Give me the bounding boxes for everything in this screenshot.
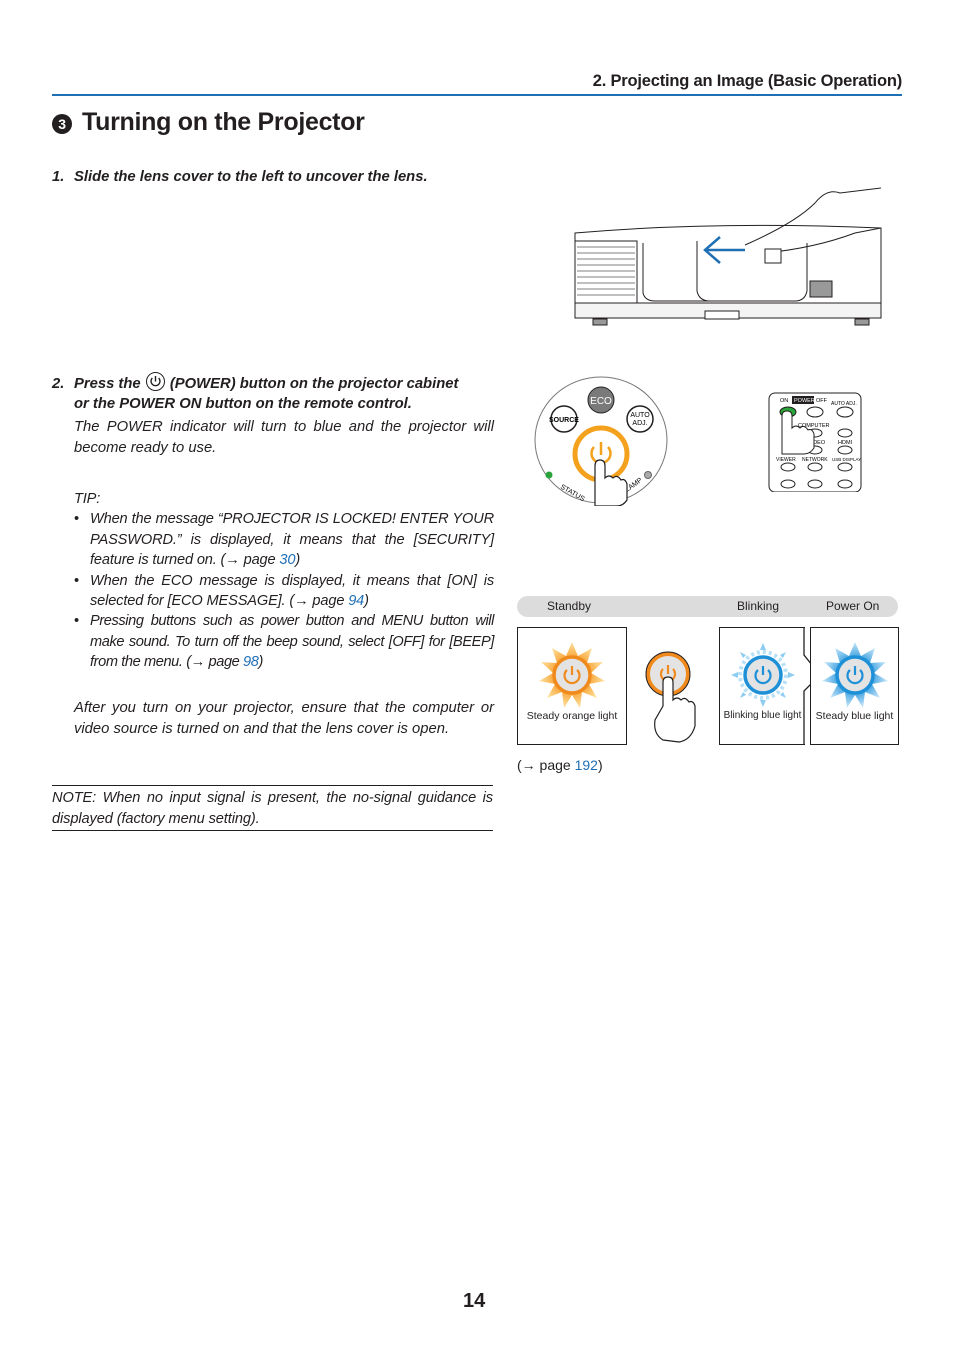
tip-item: Pressing buttons such as power button an… bbox=[74, 611, 494, 672]
step-2-text-b: (POWER) button on the projector cabinet bbox=[169, 376, 459, 392]
remote-control-illustration: ON POWER OFF AUTO ADJ. COMPUTER VIDEO HD… bbox=[768, 392, 862, 492]
standby-caption: Steady orange light bbox=[526, 710, 618, 722]
indicator-standby-box: Steady orange light bbox=[517, 627, 627, 745]
svg-text:NETWORK: NETWORK bbox=[802, 457, 828, 463]
indicator-status-bar: Standby Blinking Power On bbox=[517, 596, 898, 617]
page-link[interactable]: 94 bbox=[348, 593, 364, 609]
step-1-number: 1. bbox=[52, 169, 65, 185]
state-blinking: Blinking bbox=[737, 599, 780, 613]
tip-section: TIP: When the message “PROJECTOR IS LOCK… bbox=[74, 489, 494, 673]
cabinet-control-panel-illustration: ECO SOURCE AUTO ADJ. STATUS LAMP bbox=[534, 376, 668, 506]
svg-text:POWER: POWER bbox=[794, 398, 815, 404]
svg-text:ON: ON bbox=[780, 398, 788, 404]
power-on-caption: Steady blue light bbox=[815, 710, 894, 722]
note-box: NOTE: When no input signal is present, t… bbox=[52, 785, 493, 831]
svg-text:VIEWER: VIEWER bbox=[776, 457, 796, 463]
step-number-badge: 3 bbox=[52, 114, 72, 134]
tip-label: TIP: bbox=[74, 491, 101, 507]
indicator-power-on-box: Steady blue light bbox=[810, 627, 899, 745]
svg-text:AUTO ADJ.: AUTO ADJ. bbox=[831, 401, 857, 407]
tip-item: When the ECO message is displayed, it me… bbox=[74, 571, 494, 612]
svg-text:OFF: OFF bbox=[816, 398, 828, 404]
section-title: 2. Projecting an Image (Basic Operation) bbox=[592, 72, 902, 90]
indicator-page-reference: (→ page 192) bbox=[517, 757, 603, 773]
svg-text:HDMI: HDMI bbox=[838, 440, 853, 446]
step-2-number: 2. bbox=[52, 376, 65, 392]
indicator-blinking-box: Blinking blue light bbox=[719, 627, 805, 745]
svg-text:USB DISPLAY: USB DISPLAY bbox=[832, 457, 861, 462]
step-2-text-a: Press the bbox=[74, 376, 141, 392]
after-power-on-text: After you turn on your projector, ensure… bbox=[74, 700, 494, 737]
auto-adj-button bbox=[626, 405, 654, 433]
blinking-blue-power-indicator-icon bbox=[731, 643, 795, 707]
step-2-description: The POWER indicator will turn to blue an… bbox=[74, 419, 494, 456]
power-icon bbox=[145, 372, 165, 391]
power-off-button bbox=[806, 406, 824, 418]
svg-text:ECO: ECO bbox=[590, 396, 612, 407]
blinking-caption: Blinking blue light bbox=[723, 710, 802, 721]
page-link[interactable]: 30 bbox=[279, 552, 295, 568]
page-title: 3 Turning on the Projector bbox=[52, 108, 365, 137]
status-led bbox=[545, 471, 553, 479]
section-header: 2. Projecting an Image (Basic Operation) bbox=[52, 70, 902, 96]
state-power-on: Power On bbox=[826, 599, 880, 613]
step-2-text-c: or the POWER ON button on the remote con… bbox=[74, 396, 412, 412]
tip-item: When the message “PROJECTOR IS LOCKED! E… bbox=[74, 509, 494, 570]
lamp-led bbox=[644, 471, 652, 479]
page-title-text: Turning on the Projector bbox=[82, 108, 365, 136]
orange-power-indicator-icon bbox=[539, 642, 605, 708]
state-standby: Standby bbox=[547, 599, 592, 613]
svg-text:SOURCE: SOURCE bbox=[549, 417, 579, 424]
step-2: 2. Press the (POWER) button on the projec… bbox=[52, 372, 502, 414]
svg-text:AUTO: AUTO bbox=[630, 412, 650, 419]
step-1: 1. Slide the lens cover to the left to un… bbox=[52, 167, 502, 187]
page-number: 14 bbox=[463, 1290, 486, 1312]
step-1-text: Slide the lens cover to the left to unco… bbox=[74, 169, 428, 185]
page-link[interactable]: 192 bbox=[575, 757, 598, 773]
svg-text:ADJ.: ADJ. bbox=[632, 420, 647, 427]
steady-blue-power-indicator-icon bbox=[822, 642, 888, 708]
projector-lens-cover-illustration bbox=[574, 187, 882, 326]
press-power-button-illustration bbox=[645, 651, 696, 743]
sensor-window bbox=[809, 280, 833, 298]
page-link[interactable]: 98 bbox=[243, 654, 259, 670]
